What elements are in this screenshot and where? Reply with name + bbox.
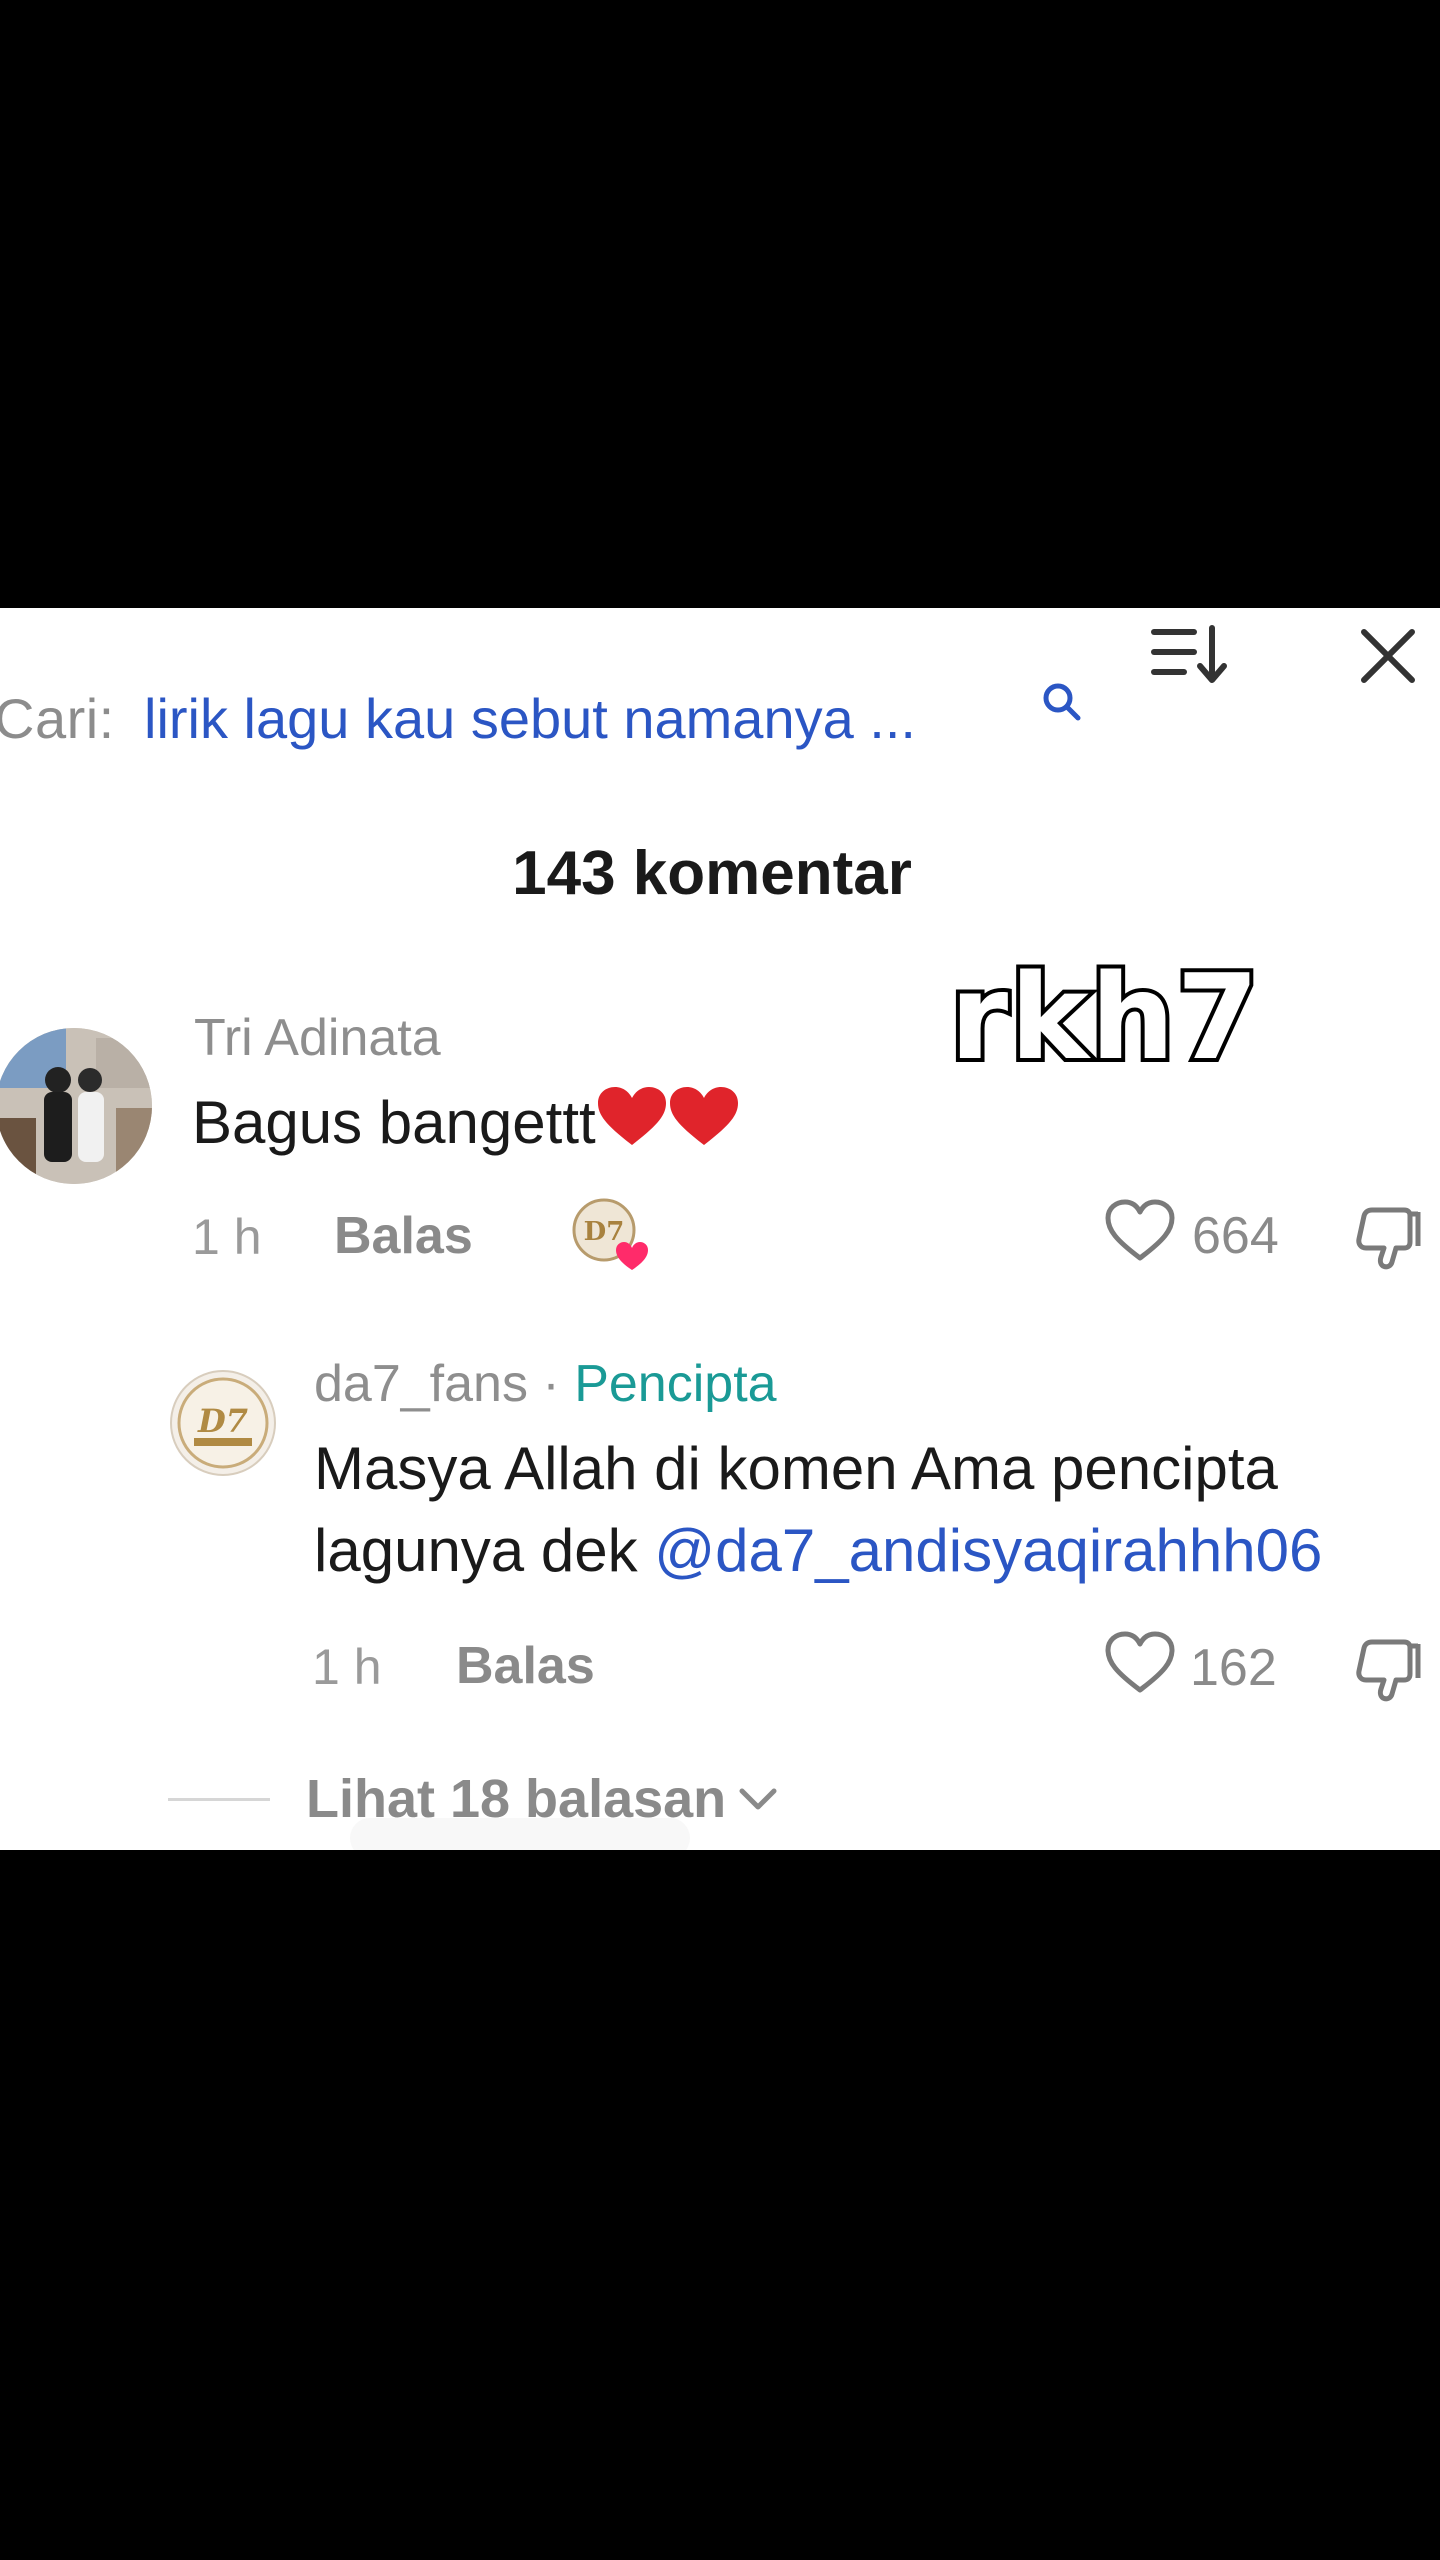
dislike-icon[interactable] (1352, 1202, 1424, 1274)
avatar[interactable] (0, 1028, 152, 1184)
close-icon[interactable] (1356, 624, 1420, 688)
search-icon[interactable] (1040, 680, 1084, 724)
heart-icon[interactable] (1104, 1198, 1176, 1264)
reply-text: Masya Allah di komen Ama pencipta laguny… (314, 1428, 1424, 1592)
reply-username[interactable]: da7_fans (314, 1355, 528, 1413)
comment-time: 1 h (192, 1209, 262, 1265)
creator-badge: Pencipta (574, 1355, 777, 1413)
creator-liked-icon: D7 (572, 1198, 648, 1270)
search-query-link[interactable]: lirik lagu kau sebut namanya ... (144, 686, 916, 751)
comment-text-body: Bagus bangettt (192, 1089, 596, 1156)
like-count: 664 (1192, 1207, 1279, 1265)
mention-link[interactable]: @da7_andisyaqirahhh06 (654, 1517, 1322, 1584)
reply-reply-button[interactable]: Balas (456, 1636, 595, 1696)
red-heart-emoji-icon (669, 1087, 738, 1145)
dislike-icon[interactable] (1352, 1634, 1424, 1706)
comment-text: Bagus bangettt (192, 1082, 740, 1164)
avatar-photo-icon (0, 1028, 152, 1184)
reply-username-line: da7_fans · Pencipta (314, 1354, 777, 1414)
separator-dot: · (542, 1355, 560, 1413)
chevron-down-icon (739, 1788, 777, 1810)
scroll-fade (350, 1818, 690, 1850)
heart-icon[interactable] (1104, 1630, 1176, 1696)
watermark: rkh7 (946, 944, 1263, 1090)
red-heart-emoji-icon (597, 1087, 666, 1145)
comments-panel: Cari: lirik lagu kau sebut namanya ... 1… (0, 608, 1440, 1850)
reply-avatar[interactable]: D7 (170, 1370, 276, 1476)
comment-username[interactable]: Tri Adinata (194, 1008, 441, 1068)
view-replies-divider (168, 1798, 270, 1801)
svg-text:D7: D7 (584, 1217, 625, 1247)
d7-logo-icon: D7 (177, 1377, 269, 1469)
comment-count-title: 143 komentar (512, 839, 912, 908)
search-label: Cari: (0, 687, 115, 750)
reply-like-count: 162 (1190, 1639, 1277, 1697)
reply-time: 1 h (312, 1639, 382, 1695)
svg-text:D7: D7 (197, 1402, 248, 1440)
reply-button[interactable]: Balas (334, 1206, 473, 1266)
sort-icon[interactable] (1150, 622, 1230, 686)
